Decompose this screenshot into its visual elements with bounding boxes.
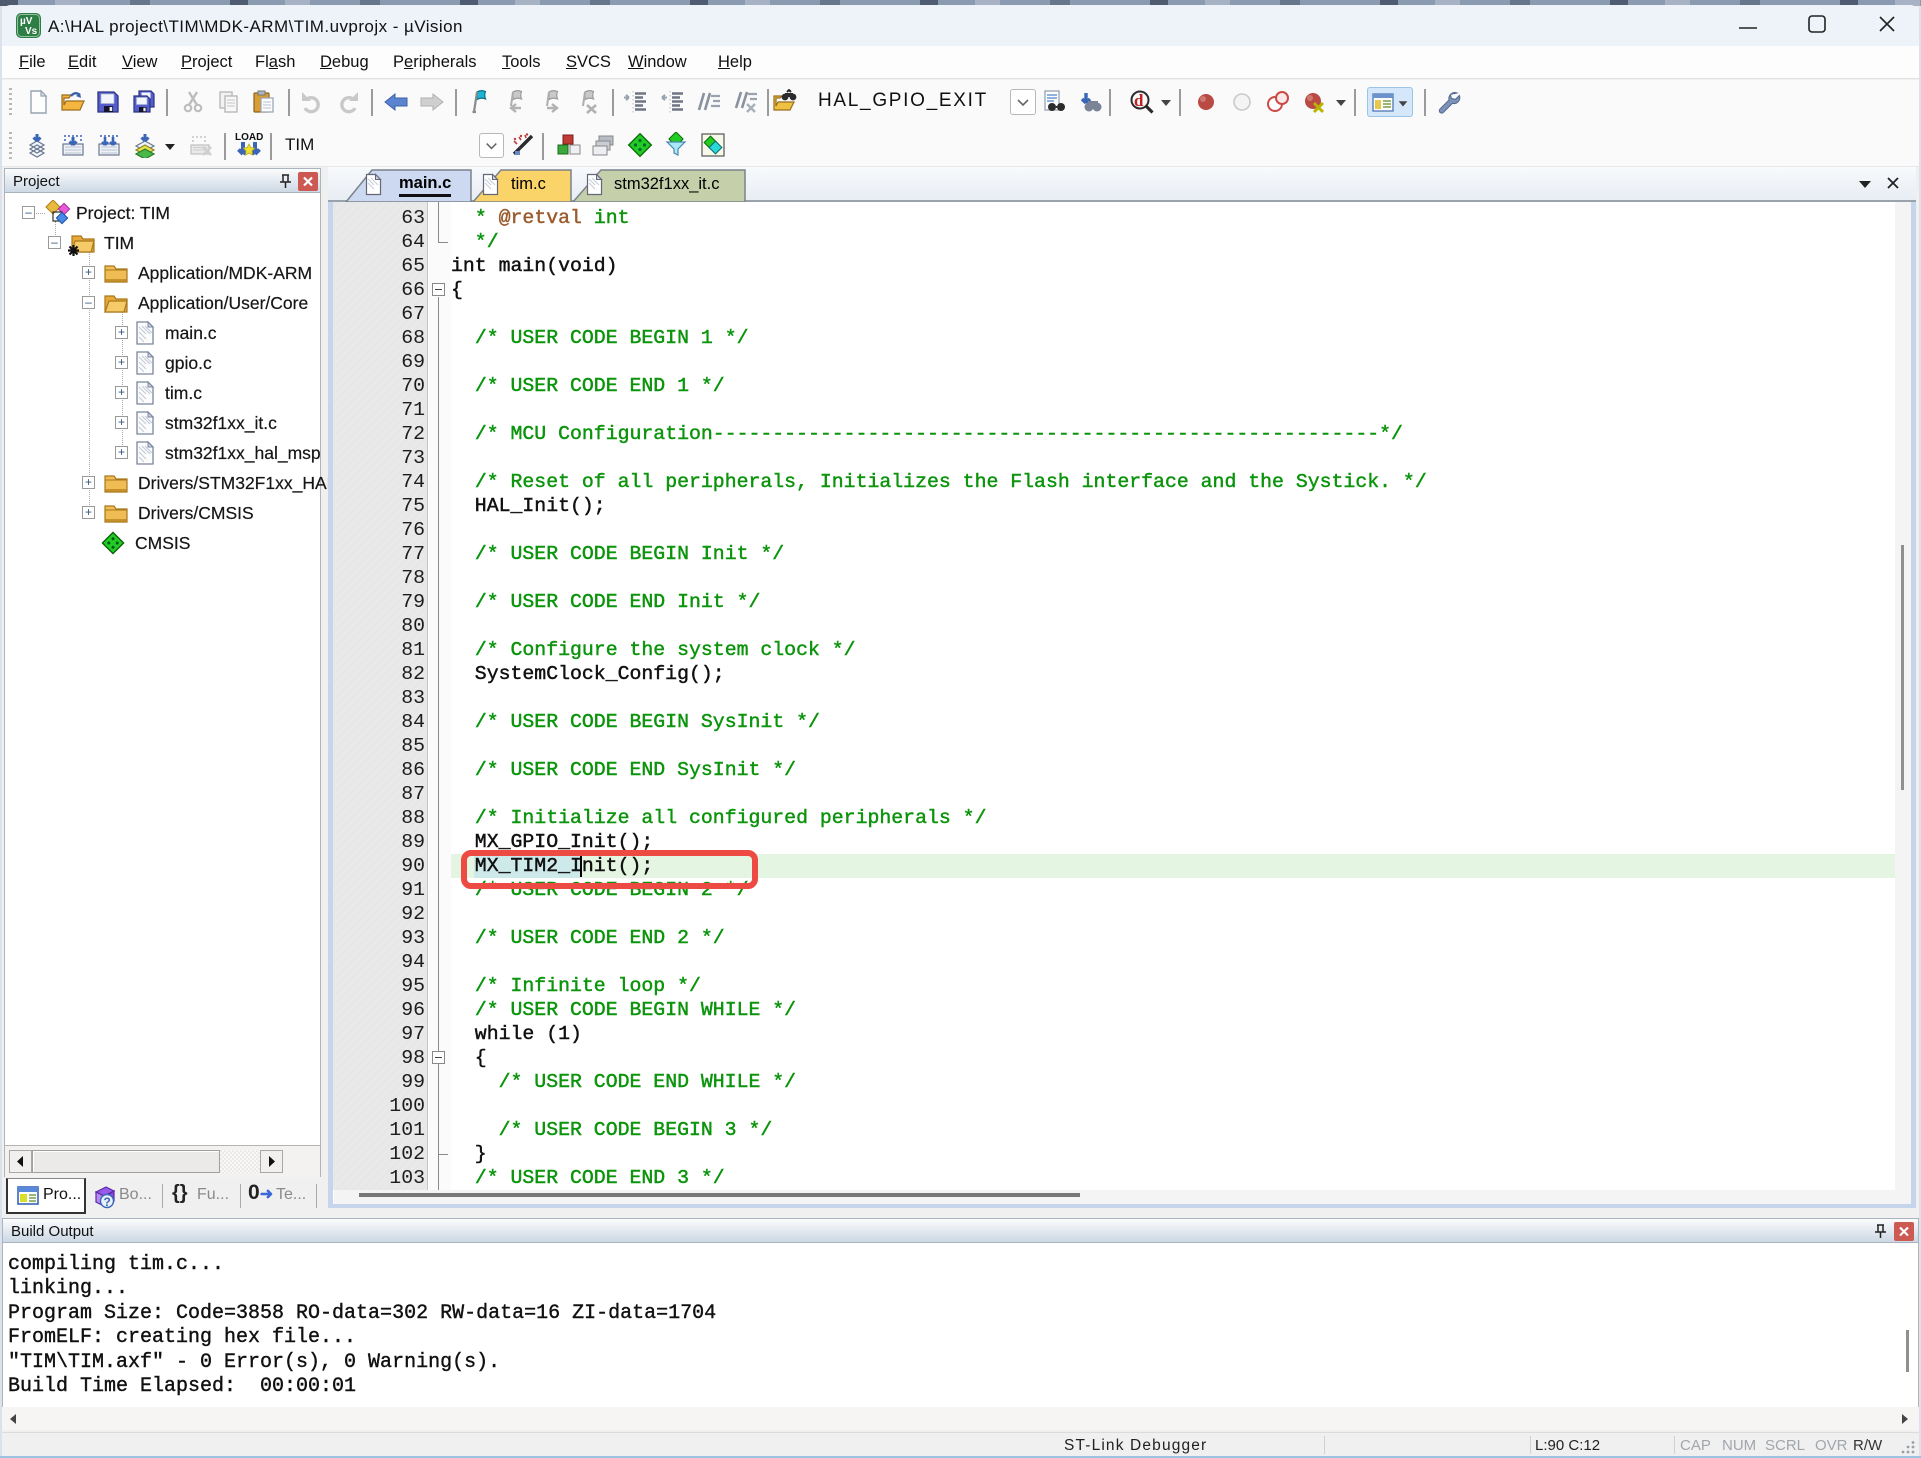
svg-text:Vs: Vs [25, 26, 38, 37]
svg-text:d: d [1134, 91, 1144, 110]
svg-text:?: ? [104, 1195, 111, 1209]
svg-text:LOAD: LOAD [235, 132, 263, 143]
